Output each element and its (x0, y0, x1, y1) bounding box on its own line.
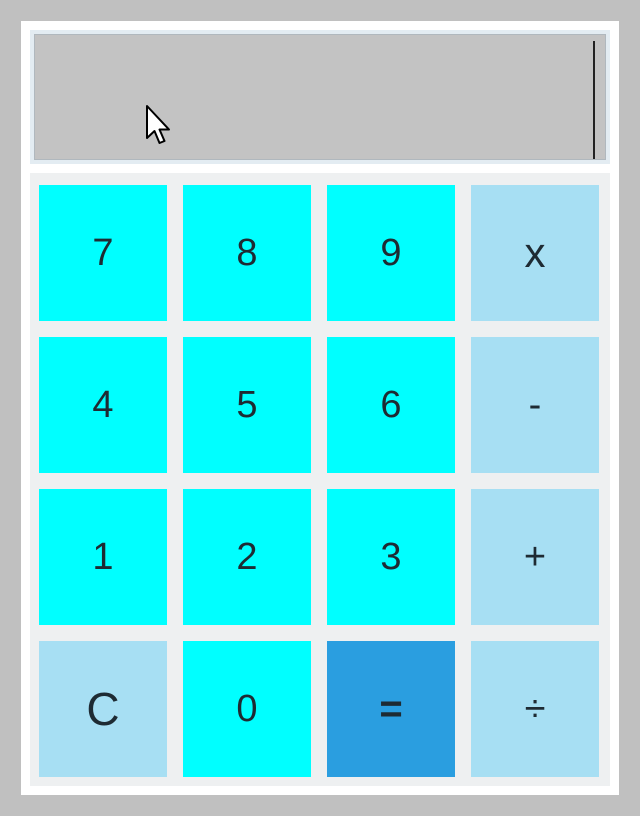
key-8[interactable]: 8 (183, 185, 311, 321)
display-frame (30, 30, 610, 164)
divide-key[interactable]: ÷ (471, 641, 599, 777)
calculator: 7 8 9 x 4 5 6 - 1 2 3 + C 0 = ÷ (21, 21, 619, 795)
key-2[interactable]: 2 (183, 489, 311, 625)
clear-key[interactable]: C (39, 641, 167, 777)
key-6[interactable]: 6 (327, 337, 455, 473)
key-9[interactable]: 9 (327, 185, 455, 321)
key-0[interactable]: 0 (183, 641, 311, 777)
subtract-key[interactable]: - (471, 337, 599, 473)
multiply-key[interactable]: x (471, 185, 599, 321)
key-7[interactable]: 7 (39, 185, 167, 321)
mouse-pointer-icon (146, 105, 170, 144)
key-1[interactable]: 1 (39, 489, 167, 625)
text-caret (593, 41, 595, 159)
display-screen[interactable] (34, 34, 606, 160)
equals-key[interactable]: = (327, 641, 455, 777)
keypad: 7 8 9 x 4 5 6 - 1 2 3 + C 0 = ÷ (30, 173, 610, 786)
key-5[interactable]: 5 (183, 337, 311, 473)
key-4[interactable]: 4 (39, 337, 167, 473)
add-key[interactable]: + (471, 489, 599, 625)
key-3[interactable]: 3 (327, 489, 455, 625)
